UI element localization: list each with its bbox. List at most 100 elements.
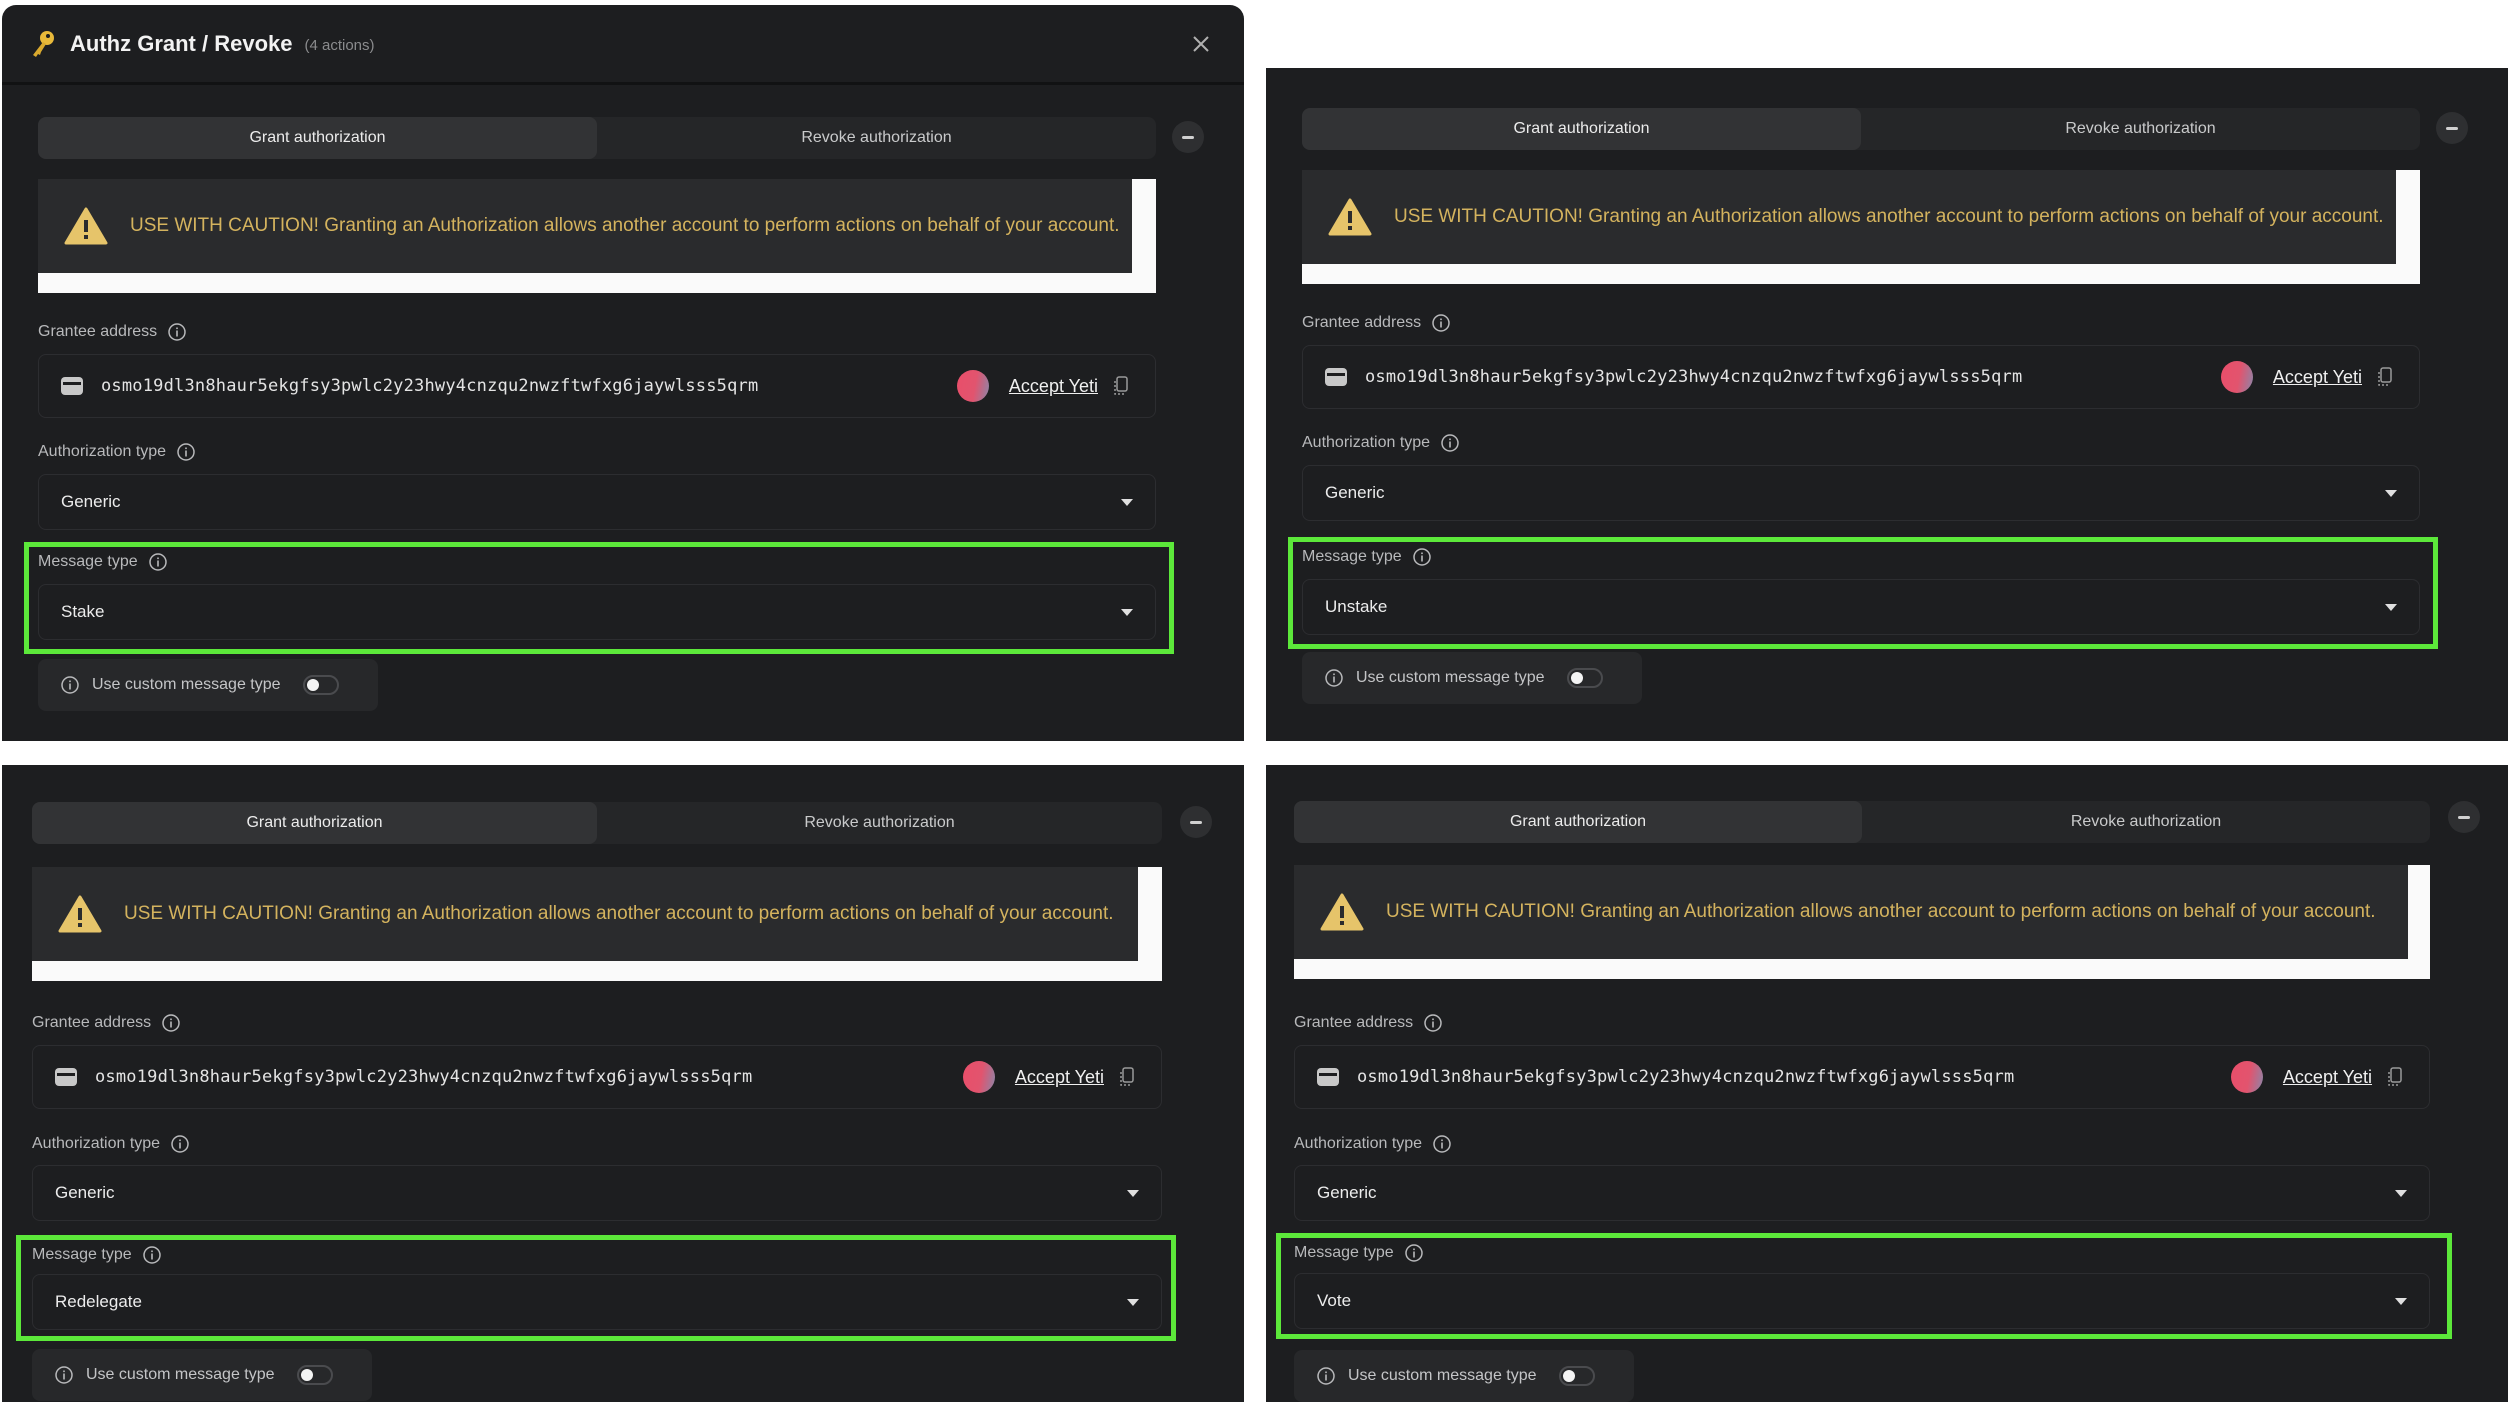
message-type-select[interactable]: Stake — [38, 584, 1156, 640]
message-type-value: Stake — [61, 602, 105, 621]
wallet-icon — [1317, 1068, 1339, 1086]
custom-message-type-toggle[interactable] — [1566, 668, 1603, 688]
warning-icon — [1320, 893, 1364, 931]
info-icon[interactable] — [142, 1245, 162, 1265]
label-text: Authorization type — [1302, 434, 1431, 451]
auth-mode-tabs: Grant authorization Revoke authorization — [1302, 108, 2420, 150]
custom-message-type-toggle[interactable] — [302, 675, 339, 695]
modal-header: Authz Grant / Revoke (4 actions) — [2, 5, 1244, 85]
auth-mode-tabs: Grant authorization Revoke authorization — [1294, 801, 2430, 843]
grantee-address-value: osmo19dl3n8haur5ekgfsy3pwlc2y23hwy4cnzqu… — [1365, 367, 2023, 387]
tab-grant-authorization[interactable]: Grant authorization — [32, 802, 597, 844]
remove-action-button[interactable] — [1180, 806, 1212, 838]
info-icon[interactable] — [1440, 433, 1460, 453]
custom-message-type-label: Use custom message type — [1356, 669, 1545, 686]
close-icon[interactable] — [1190, 33, 1212, 55]
info-icon[interactable] — [176, 442, 196, 462]
authorization-type-value: Generic — [1317, 1183, 1377, 1202]
remove-action-button[interactable] — [1172, 121, 1204, 153]
label-text: Message type — [32, 1246, 132, 1263]
label-text: Grantee address — [1294, 1014, 1414, 1031]
caution-container: USE WITH CAUTION! Granting an Authorizat… — [1302, 170, 2420, 284]
tab-revoke-authorization[interactable]: Revoke authorization — [597, 802, 1162, 844]
info-icon[interactable] — [1324, 668, 1344, 688]
grantee-address-field[interactable]: osmo19dl3n8haur5ekgfsy3pwlc2y23hwy4cnzqu… — [1302, 345, 2420, 409]
grantee-address-field[interactable]: osmo19dl3n8haur5ekgfsy3pwlc2y23hwy4cnzqu… — [38, 354, 1156, 418]
tab-grant-authorization[interactable]: Grant authorization — [1294, 801, 1862, 843]
grantee-address-field[interactable]: osmo19dl3n8haur5ekgfsy3pwlc2y23hwy4cnzqu… — [1294, 1045, 2430, 1109]
caution-banner: USE WITH CAUTION! Granting an Authorizat… — [32, 867, 1138, 961]
custom-message-type-toggle[interactable] — [296, 1365, 333, 1385]
tab-grant-authorization[interactable]: Grant authorization — [38, 117, 597, 159]
warning-icon — [64, 207, 108, 245]
info-icon[interactable] — [1316, 1366, 1336, 1386]
auth-mode-tabs: Grant authorization Revoke authorization — [32, 802, 1162, 844]
message-type-select[interactable]: Redelegate — [32, 1274, 1162, 1330]
message-type-value: Redelegate — [55, 1292, 142, 1311]
message-type-label: Message type — [1294, 1243, 1424, 1263]
info-icon[interactable] — [161, 1013, 181, 1033]
authorization-type-label: Authorization type — [32, 1134, 190, 1154]
custom-message-type-row: Use custom message type — [1294, 1350, 1634, 1402]
profile-name-link[interactable]: Accept Yeti — [2273, 367, 2362, 388]
info-icon[interactable] — [170, 1134, 190, 1154]
custom-message-type-label: Use custom message type — [1348, 1367, 1537, 1384]
authorization-type-select[interactable]: Generic — [32, 1165, 1162, 1221]
warning-icon — [58, 895, 102, 933]
custom-message-type-label: Use custom message type — [92, 676, 281, 693]
authorization-type-select[interactable]: Generic — [38, 474, 1156, 530]
tab-revoke-authorization[interactable]: Revoke authorization — [1862, 801, 2430, 843]
authorization-type-select[interactable]: Generic — [1294, 1165, 2430, 1221]
profile-name-link[interactable]: Accept Yeti — [1015, 1067, 1104, 1088]
info-icon[interactable] — [148, 552, 168, 572]
action-panel-unstake: Grant authorization Revoke authorization… — [1266, 68, 2508, 741]
info-icon[interactable] — [1431, 313, 1451, 333]
label-text: Message type — [1302, 548, 1402, 565]
caution-container: USE WITH CAUTION! Granting an Authorizat… — [32, 867, 1162, 981]
profile-name-link[interactable]: Accept Yeti — [2283, 1067, 2372, 1088]
wallet-icon — [61, 377, 83, 395]
modal-title: Authz Grant / Revoke — [70, 30, 293, 56]
grantee-address-label: Grantee address — [1302, 313, 1451, 333]
message-type-value: Unstake — [1325, 597, 1388, 616]
message-type-select[interactable]: Unstake — [1302, 579, 2420, 635]
message-type-select[interactable]: Vote — [1294, 1273, 2430, 1329]
info-icon[interactable] — [1404, 1243, 1424, 1263]
copy-icon[interactable] — [2387, 1067, 2403, 1087]
caution-text: USE WITH CAUTION! Granting an Authorizat… — [1394, 206, 2384, 227]
copy-icon[interactable] — [1113, 376, 1129, 396]
wallet-icon — [55, 1068, 77, 1086]
grantee-address-field[interactable]: osmo19dl3n8haur5ekgfsy3pwlc2y23hwy4cnzqu… — [32, 1045, 1162, 1109]
profile-avatar — [2231, 1061, 2263, 1093]
authorization-type-label: Authorization type — [38, 442, 196, 462]
message-type-label: Message type — [32, 1245, 162, 1265]
remove-action-button[interactable] — [2436, 112, 2468, 144]
chevron-down-icon — [2385, 489, 2397, 497]
action-panel-vote: Grant authorization Revoke authorization… — [1266, 765, 2508, 1402]
info-icon[interactable] — [54, 1365, 74, 1385]
info-icon[interactable] — [1423, 1013, 1443, 1033]
remove-action-button[interactable] — [2448, 801, 2480, 833]
tab-revoke-authorization[interactable]: Revoke authorization — [1861, 108, 2420, 150]
info-icon[interactable] — [60, 675, 80, 695]
authorization-type-select[interactable]: Generic — [1302, 465, 2420, 521]
tab-grant-authorization[interactable]: Grant authorization — [1302, 108, 1861, 150]
caution-container: USE WITH CAUTION! Granting an Authorizat… — [38, 179, 1156, 293]
caution-banner: USE WITH CAUTION! Granting an Authorizat… — [1302, 170, 2396, 264]
info-icon[interactable] — [1432, 1134, 1452, 1154]
copy-icon[interactable] — [2377, 367, 2393, 387]
tab-revoke-authorization[interactable]: Revoke authorization — [597, 117, 1156, 159]
grantee-address-label: Grantee address — [38, 322, 187, 342]
info-icon[interactable] — [167, 322, 187, 342]
copy-icon[interactable] — [1119, 1067, 1135, 1087]
label-text: Message type — [38, 553, 138, 570]
profile-name-link[interactable]: Accept Yeti — [1009, 376, 1098, 397]
wallet-icon — [1325, 368, 1347, 386]
custom-message-type-toggle[interactable] — [1558, 1366, 1595, 1386]
info-icon[interactable] — [1412, 547, 1432, 567]
minus-icon — [1182, 135, 1194, 139]
label-text: Grantee address — [1302, 314, 1422, 331]
chevron-down-icon — [2395, 1297, 2407, 1305]
grantee-address-label: Grantee address — [32, 1013, 181, 1033]
grantee-address-value: osmo19dl3n8haur5ekgfsy3pwlc2y23hwy4cnzqu… — [101, 376, 759, 396]
